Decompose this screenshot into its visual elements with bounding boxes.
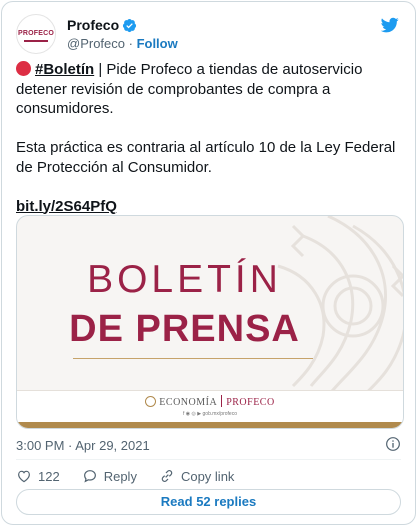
avatar-logo-bar	[24, 40, 48, 42]
link-icon	[161, 470, 173, 482]
hashtag-link[interactable]: #Boletín	[35, 61, 94, 78]
info-icon[interactable]	[385, 436, 401, 452]
tweet-text: #Boletín | Pide Profeco a tiendas de aut…	[16, 60, 406, 216]
follow-button[interactable]: Follow	[137, 36, 178, 51]
reply-label: Reply	[103, 468, 137, 484]
divider	[16, 459, 401, 460]
read-replies-button[interactable]: Read 52 replies	[16, 489, 401, 515]
logo-separator	[221, 395, 223, 407]
handle[interactable]: @Profeco	[67, 36, 125, 51]
handle-separator: ·	[125, 36, 137, 51]
twitter-bird-icon[interactable]	[381, 16, 399, 34]
tweet-actions: 122 Reply Copy link	[16, 465, 256, 487]
author-info: Profeco @Profeco · Follow	[67, 16, 178, 53]
institution-logos: ECONOMÍA PROFECO	[17, 395, 403, 408]
reply-button[interactable]: Reply	[82, 468, 137, 484]
like-button[interactable]: 122	[16, 468, 60, 484]
gold-divider	[73, 358, 313, 359]
verified-badge-icon	[123, 18, 137, 32]
tweet-paragraph-1: #Boletín | Pide Profeco a tiendas de aut…	[16, 60, 406, 119]
avatar[interactable]: PROFECO	[16, 14, 56, 54]
tweet-header: PROFECO Profeco @Profeco · Follow	[16, 14, 401, 54]
tweet-card: PROFECO Profeco @Profeco · Follow #Bolet…	[1, 1, 416, 525]
tweet-paragraph-2: Esta práctica es contraria al artículo 1…	[16, 139, 396, 176]
press-title-top: BOLETÍN	[87, 258, 282, 301]
copy-link-button[interactable]: Copy link	[159, 468, 234, 484]
logo-economia: ECONOMÍA	[159, 397, 218, 408]
short-link[interactable]: bit.ly/2S64PfQ	[16, 197, 117, 217]
heart-icon	[18, 470, 30, 483]
tweet-timestamp[interactable]: 3:00 PM · Apr 29, 2021	[16, 438, 150, 453]
media-image[interactable]: BOLETÍN DE PRENSA ECONOMÍA PROFECO f ◉ ◎ …	[16, 215, 404, 429]
logo-profeco: PROFECO	[226, 397, 275, 408]
gold-band	[17, 422, 403, 428]
press-title-bottom: DE PRENSA	[69, 308, 300, 350]
like-count: 122	[38, 468, 60, 484]
avatar-logo-text: PROFECO	[17, 30, 54, 37]
reply-bubble-icon	[83, 470, 96, 483]
social-handles: f ◉ ◎ ▶ gob.mx/profeco	[183, 411, 237, 417]
red-circle-emoji-icon	[16, 61, 31, 76]
media-footer: ECONOMÍA PROFECO f ◉ ◎ ▶ gob.mx/profeco	[17, 390, 403, 428]
copy-link-label: Copy link	[180, 468, 235, 484]
display-name[interactable]: Profeco	[67, 17, 119, 33]
national-emblem-icon	[145, 396, 157, 407]
